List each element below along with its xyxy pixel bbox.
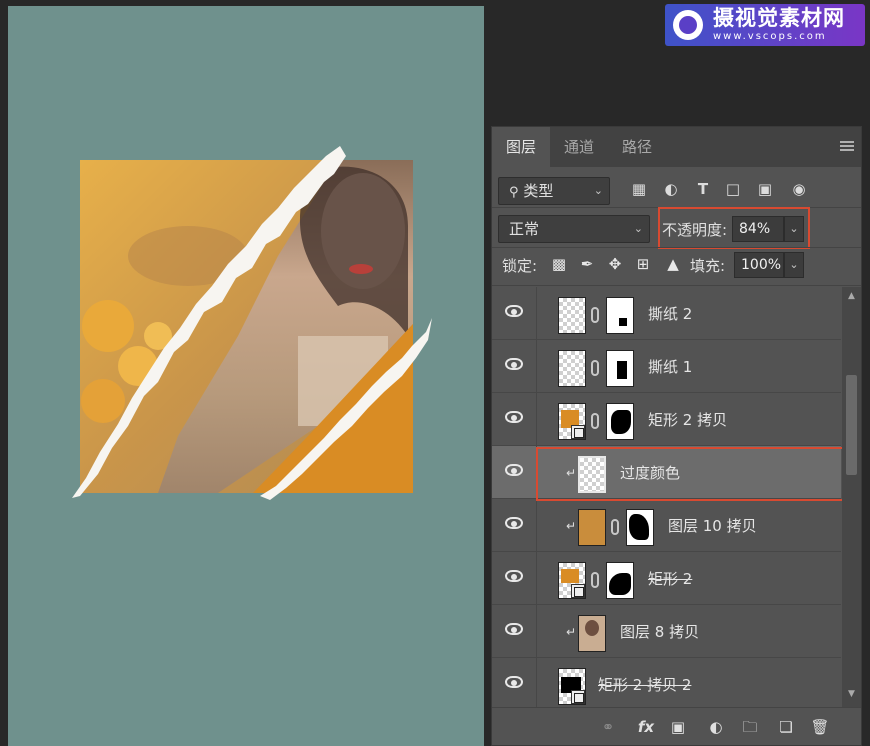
lock-pixels-icon[interactable]: ▩	[550, 255, 568, 273]
new-group-icon[interactable]: 🗀	[740, 717, 760, 737]
smart-object-filter-icon[interactable]: ▣	[756, 180, 774, 198]
watermark-logo-icon	[673, 10, 703, 40]
layer-name: 撕纸 2	[648, 305, 693, 323]
clipping-mask-icon: ↵	[566, 519, 577, 533]
lock-all-icon[interactable]: ▲	[664, 255, 682, 273]
shape-layer-icon	[571, 584, 585, 598]
scroll-down-icon[interactable]: ▼	[842, 689, 861, 703]
lock-artboard-icon[interactable]: ⊞	[634, 255, 652, 273]
visibility-eye-icon[interactable]	[505, 464, 523, 476]
document-canvas[interactable]	[8, 6, 484, 746]
mask-link-icon[interactable]	[591, 360, 599, 376]
layer-name: 图层 8 拷贝	[620, 623, 700, 641]
blend-mode-value: 正常	[509, 220, 540, 238]
shape-layer-icon	[571, 425, 585, 439]
mask-link-icon[interactable]	[591, 572, 599, 588]
layers-scrollbar[interactable]: ▲ ▼	[842, 287, 861, 707]
layers-bottom-toolbar: ⚭ fx ▣ ◐ 🗀 ❏ 🗑	[492, 707, 861, 745]
layer-thumbnail	[558, 562, 586, 599]
layer-mask-thumbnail[interactable]	[606, 403, 634, 440]
layer-thumbnail	[578, 615, 606, 652]
add-mask-icon[interactable]: ▣	[668, 717, 688, 737]
chevron-down-icon: ⌄	[593, 184, 603, 197]
layer-row[interactable]: 矩形 2 拷贝	[492, 393, 841, 446]
scrollbar-thumb[interactable]	[846, 375, 857, 475]
fill-input[interactable]: 100%	[734, 252, 784, 278]
layer-name: 矩形 2	[648, 570, 693, 588]
adjustment-filter-icon[interactable]: ◐	[662, 180, 680, 198]
tab-layers[interactable]: 图层	[492, 127, 550, 167]
lock-label: 锁定:	[502, 257, 538, 275]
layer-row[interactable]: 撕纸 2	[492, 287, 841, 340]
watermark-badge: 摄视觉素材网 www.vscops.com	[665, 4, 865, 46]
delete-layer-icon[interactable]: 🗑	[810, 717, 830, 737]
search-icon: ⚲	[509, 185, 519, 200]
watermark-title: 摄视觉素材网	[713, 6, 845, 30]
layer-name: 图层 10 拷贝	[668, 517, 757, 535]
clipping-mask-icon: ↵	[566, 625, 577, 639]
opacity-highlight	[658, 207, 810, 249]
layer-mask-thumbnail[interactable]	[606, 297, 634, 334]
mask-link-icon[interactable]	[611, 519, 619, 535]
watermark-url: www.vscops.com	[713, 31, 827, 42]
scroll-up-icon[interactable]: ▲	[842, 291, 861, 305]
layer-filter-dropdown[interactable]: ⚲ 类型 ⌄	[498, 177, 610, 205]
lock-brush-icon[interactable]: ✒	[578, 255, 596, 273]
visibility-eye-icon[interactable]	[505, 570, 523, 582]
mask-link-icon[interactable]	[591, 413, 599, 429]
panel-tabs: 图层 通道 路径	[492, 127, 861, 167]
layer-row[interactable]: ↵ 图层 10 拷贝	[492, 499, 841, 552]
layer-mask-thumbnail[interactable]	[606, 350, 634, 387]
layers-panel: 图层 通道 路径 ⚲ 类型 ⌄ ▦ ◐ T □ ▣ ◉ 正常 ⌄ 不透明度: 8…	[491, 126, 862, 746]
layer-mask-thumbnail[interactable]	[626, 509, 654, 546]
blend-mode-dropdown[interactable]: 正常 ⌄	[498, 215, 650, 243]
layer-thumbnail	[558, 403, 586, 440]
tab-paths[interactable]: 路径	[608, 127, 666, 167]
link-layers-icon[interactable]: ⚭	[598, 717, 618, 737]
fill-dropdown-icon[interactable]: ⌄	[784, 252, 804, 278]
layer-row[interactable]: 矩形 2	[492, 552, 841, 605]
mask-link-icon[interactable]	[591, 307, 599, 323]
type-filter-icon[interactable]: T	[694, 180, 712, 198]
layer-name: 矩形 2 拷贝	[648, 411, 728, 429]
visibility-eye-icon[interactable]	[505, 676, 523, 688]
visibility-eye-icon[interactable]	[505, 411, 523, 423]
visibility-eye-icon[interactable]	[505, 517, 523, 529]
image-filter-icon[interactable]: ▦	[630, 180, 648, 198]
selected-layer-highlight	[536, 447, 846, 501]
visibility-eye-icon[interactable]	[505, 358, 523, 370]
layer-thumbnail	[578, 509, 606, 546]
lock-position-icon[interactable]: ✥	[606, 255, 624, 273]
shape-filter-icon[interactable]: □	[724, 180, 742, 198]
layer-thumbnail	[558, 297, 586, 334]
layer-row[interactable]: ↵ 图层 8 拷贝	[492, 605, 841, 658]
adjustment-layer-icon[interactable]: ◐	[706, 717, 726, 737]
layer-thumbnail	[558, 350, 586, 387]
fill-label: 填充:	[690, 257, 726, 275]
filter-toggle-icon[interactable]: ◉	[790, 180, 808, 198]
layer-row[interactable]: 撕纸 1	[492, 340, 841, 393]
visibility-eye-icon[interactable]	[505, 623, 523, 635]
layer-name: 撕纸 1	[648, 358, 693, 376]
chevron-down-icon: ⌄	[633, 222, 643, 235]
layer-row[interactable]: 矩形 2 拷贝 2	[492, 658, 841, 707]
layer-name: 矩形 2 拷贝 2	[598, 676, 692, 694]
panel-menu-icon[interactable]	[840, 141, 854, 151]
filter-kind-label: 类型	[523, 182, 554, 200]
layer-thumbnail	[558, 668, 586, 705]
layer-mask-thumbnail[interactable]	[606, 562, 634, 599]
shape-layer-icon	[571, 690, 585, 704]
fx-icon[interactable]: fx	[636, 717, 656, 737]
visibility-eye-icon[interactable]	[505, 305, 523, 317]
new-layer-icon[interactable]: ❏	[776, 717, 796, 737]
torn-paper-artwork	[72, 146, 432, 500]
tab-channels[interactable]: 通道	[550, 127, 608, 167]
